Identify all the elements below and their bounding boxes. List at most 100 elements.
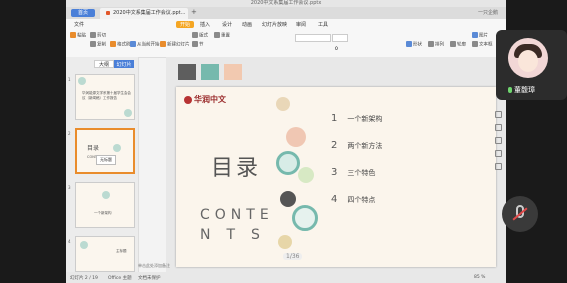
- toolbar: 粘贴 剪切 复制 格式刷 从当前开始 新建幻灯片 版式 节 重置 0 形状 排列…: [66, 29, 506, 58]
- thumb-title: 主标题: [116, 249, 127, 253]
- slide-info: 幻灯片 2 / 19: [70, 276, 98, 281]
- agenda-item: 3 三个特色: [331, 167, 376, 178]
- brush-icon: [110, 41, 116, 47]
- picture-button[interactable]: 图片: [472, 32, 488, 39]
- arrange-icon: [428, 41, 434, 47]
- menu-file[interactable]: 文件: [74, 21, 84, 28]
- cut-button[interactable]: 剪切: [90, 32, 106, 39]
- flower-decoration: [280, 191, 296, 207]
- select-icon[interactable]: [495, 111, 502, 118]
- account-label[interactable]: 一只企鹅: [478, 9, 498, 16]
- flower-decoration: [124, 109, 132, 117]
- reset-icon: [214, 32, 220, 38]
- flower-decoration: [278, 235, 292, 249]
- menu-tools[interactable]: 工具: [318, 21, 328, 28]
- font-size-input[interactable]: 0: [332, 34, 348, 52]
- avatar: [508, 38, 548, 78]
- picture-icon: [472, 32, 478, 38]
- paste-button[interactable]: 粘贴: [70, 32, 86, 39]
- scissors-icon: [90, 32, 96, 38]
- slide-sidebar: 大纲 幻灯片 1 华润能源文学系第十届学生会会议（新闻稿）工作报告 2 目录 C…: [66, 57, 139, 272]
- slide-contents-line2: NTS: [200, 227, 276, 243]
- menu-design[interactable]: 设计: [222, 21, 232, 28]
- tab-outline[interactable]: 大纲: [94, 60, 114, 68]
- section-button[interactable]: 节: [192, 41, 204, 48]
- slide-thumb-4[interactable]: 主标题: [75, 236, 135, 272]
- thumb-number: 4: [68, 239, 71, 244]
- shape-icon: [406, 41, 412, 47]
- thumb-number: 2: [68, 131, 71, 136]
- thumb-title: 目录: [87, 145, 100, 152]
- zoom-level[interactable]: 85 %: [474, 275, 485, 280]
- tab-bar: 首页 2020中文系集届工作会议.ppt... + 一只企鹅: [66, 7, 506, 19]
- agenda-item: 4 四个特点: [331, 194, 376, 205]
- notes-hint[interactable]: 单击此处添加备注: [138, 263, 170, 269]
- slide-thumb-1[interactable]: 华润能源文学系第十届学生会会议（新闻稿）工作报告: [75, 74, 135, 120]
- textbox-icon: [472, 41, 478, 47]
- font-family-input[interactable]: [295, 34, 331, 42]
- flower-decoration: [102, 191, 110, 199]
- menu-review[interactable]: 审阅: [296, 21, 306, 28]
- flower-decoration: [286, 127, 306, 147]
- menu-slideshow[interactable]: 幻灯片放映: [262, 21, 287, 28]
- play-icon: [130, 41, 136, 47]
- share-icon[interactable]: [495, 163, 502, 170]
- flower-decoration: [113, 144, 121, 152]
- copy-button[interactable]: 复制: [90, 41, 106, 48]
- slide-thumb-3[interactable]: 一个新架构: [75, 182, 135, 228]
- sidebar-tabs: 大纲 幻灯片: [94, 60, 138, 68]
- theme-name: Office 主题: [108, 276, 132, 281]
- flower-decoration: [276, 97, 290, 111]
- copy-icon: [90, 41, 96, 47]
- color-swatch-gray[interactable]: [178, 64, 196, 80]
- reset-button[interactable]: 重置: [214, 32, 230, 39]
- thumb-tooltip: 无标题: [96, 155, 116, 165]
- tab-document[interactable]: 2020中文系集届工作会议.ppt...: [100, 8, 188, 19]
- status-bar: 幻灯片 2 / 19 Office 主题 文档未保护 85 %: [66, 272, 506, 283]
- color-swatch-peach[interactable]: [224, 64, 242, 80]
- new-tab-button[interactable]: +: [191, 8, 197, 16]
- section-icon: [192, 41, 198, 47]
- agenda-item: 1 一个新架构: [331, 113, 383, 124]
- thumb-title: 华润能源文学系第十届学生会会议（新闻稿）工作报告: [82, 91, 131, 100]
- thumb-number: 1: [68, 77, 71, 82]
- new-slide-icon: [160, 41, 166, 47]
- properties-icon[interactable]: [495, 124, 502, 131]
- outline-icon: [450, 41, 456, 47]
- avatar-face: [518, 50, 538, 72]
- layout-icon: [192, 32, 198, 38]
- animation-icon[interactable]: [495, 137, 502, 144]
- tab-slides[interactable]: 幻灯片: [114, 60, 134, 68]
- window-title: 2020中文系集届工作会议.pptx: [66, 0, 506, 7]
- shape-button[interactable]: 形状: [406, 41, 422, 48]
- new-slide-button[interactable]: 新建幻灯片: [160, 41, 190, 48]
- slide-logo: 华润中文: [184, 94, 226, 105]
- flower-decoration: [292, 205, 318, 231]
- presentation-window: 2020中文系集届工作会议.pptx 首页 2020中文系集届工作会议.ppt.…: [66, 0, 506, 283]
- settings-icon[interactable]: [495, 150, 502, 157]
- menu-animation[interactable]: 动画: [242, 21, 252, 28]
- outline-button[interactable]: 轮廓: [450, 41, 466, 48]
- slide-canvas: 华润中文 目录 CONTE NTS 1 一个新架构 2 两个新方法 3 三个特色 4四…: [166, 57, 506, 272]
- menu-insert[interactable]: 插入: [200, 21, 210, 28]
- mute-button[interactable]: [502, 196, 538, 232]
- participant-name: 董馥璋: [508, 85, 535, 95]
- from-current-button[interactable]: 从当前开始: [130, 41, 160, 48]
- ribbon-menu: 文件 开始 插入 设计 动画 幻灯片放映 审阅 工具: [66, 19, 506, 29]
- arrange-button[interactable]: 排列: [428, 41, 444, 48]
- slide-contents-line1: CONTE: [200, 207, 274, 223]
- ppt-file-icon: [106, 10, 110, 15]
- flower-decoration: [80, 241, 88, 249]
- tab-home[interactable]: 首页: [71, 9, 95, 17]
- color-swatch-teal[interactable]: [201, 64, 219, 80]
- slide-thumb-2[interactable]: 目录 CONTE: [75, 128, 135, 174]
- agenda-item: 2 两个新方法: [331, 140, 383, 151]
- layout-button[interactable]: 版式: [192, 32, 208, 39]
- tab-document-label: 2020中文系集届工作会议.ppt...: [113, 10, 186, 16]
- doc-protect-status[interactable]: 文档未保护: [138, 275, 161, 281]
- flower-decoration: [298, 167, 314, 183]
- menu-start[interactable]: 开始: [176, 21, 195, 28]
- current-slide[interactable]: 华润中文 目录 CONTE NTS 1 一个新架构 2 两个新方法 3 三个特色 4四…: [176, 87, 496, 267]
- slide-heading: 目录: [211, 156, 262, 181]
- format-painter-button[interactable]: 格式刷: [110, 41, 131, 48]
